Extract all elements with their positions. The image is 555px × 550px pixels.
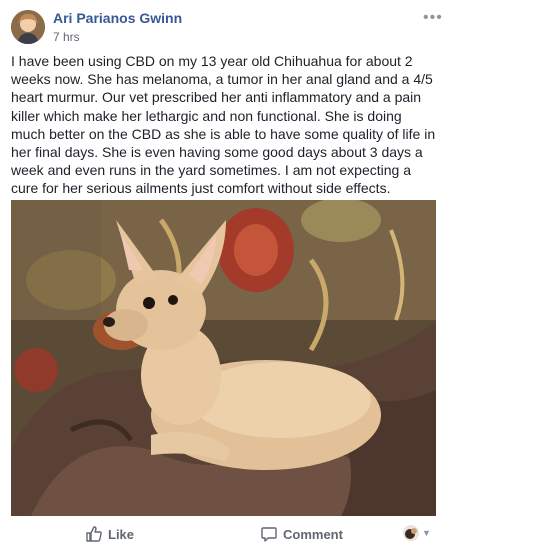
comment-label: Comment [283, 526, 343, 542]
like-button[interactable]: Like [85, 524, 134, 544]
chihuahua-photo [11, 200, 436, 516]
post-timestamp[interactable]: 7 hrs [53, 30, 80, 44]
reaction-selector[interactable]: ▼ [403, 525, 431, 541]
comment-bubble-icon [261, 527, 277, 542]
comment-button[interactable]: Comment [260, 524, 343, 544]
more-options-icon[interactable]: ••• [423, 9, 443, 27]
thumbs-up-icon [86, 526, 102, 542]
author-avatar[interactable] [11, 10, 45, 44]
author-name[interactable]: Ari Parianos Gwinn [53, 10, 182, 26]
chevron-down-icon: ▼ [422, 528, 431, 538]
like-label: Like [108, 526, 135, 542]
post-text: I have been using CBD on my 13 year old … [11, 53, 436, 197]
reactor-avatar [403, 525, 419, 541]
facebook-post: Ari Parianos Gwinn 7 hrs ••• I have been… [0, 0, 555, 550]
post-photo[interactable] [11, 200, 436, 516]
